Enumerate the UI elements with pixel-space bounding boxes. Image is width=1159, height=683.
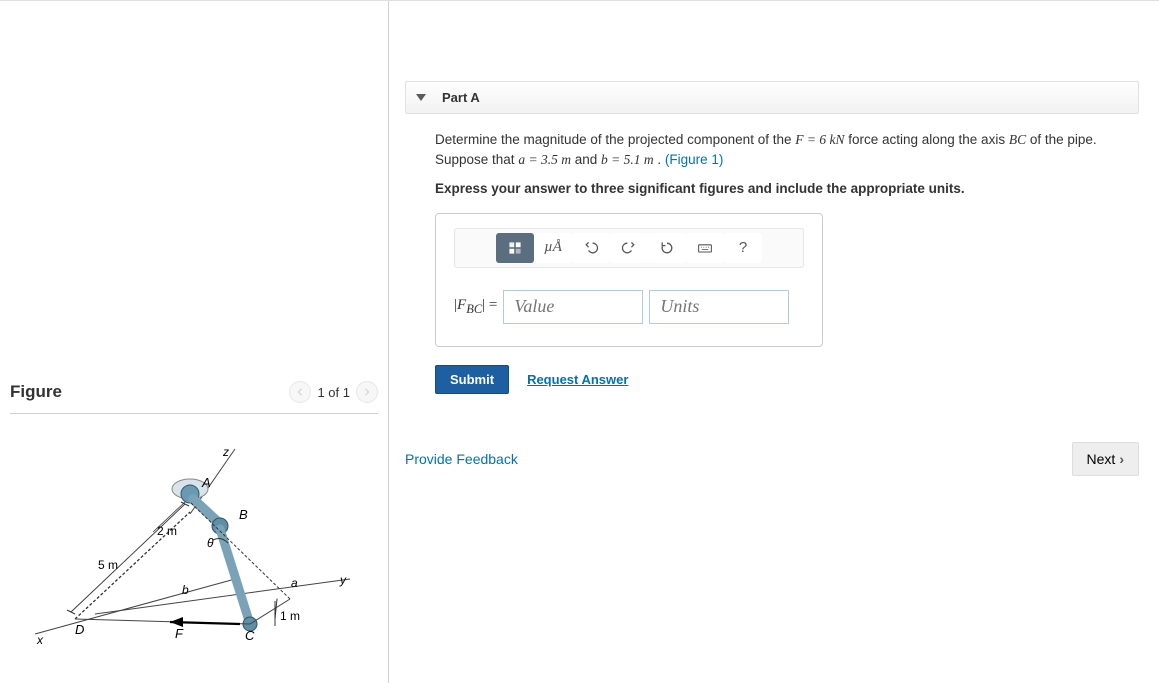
collapse-icon: [416, 94, 426, 101]
label-a: a: [291, 576, 298, 590]
request-answer-link[interactable]: Request Answer: [527, 372, 628, 387]
part-header[interactable]: Part A: [405, 81, 1139, 114]
dim-1m: 1 m: [280, 609, 300, 623]
units-tool[interactable]: µÅ: [534, 233, 572, 263]
label-b: b: [182, 583, 189, 597]
axis-x: x: [36, 633, 44, 647]
label-A: A: [201, 475, 211, 490]
value-input[interactable]: [503, 290, 643, 324]
provide-feedback-link[interactable]: Provide Feedback: [405, 451, 518, 467]
axis-z: z: [222, 445, 229, 459]
submit-button[interactable]: Submit: [435, 365, 509, 394]
label-D: D: [75, 622, 84, 637]
equation-toolbar: µÅ ?: [454, 228, 804, 268]
label-C: C: [245, 628, 255, 643]
keyboard-icon[interactable]: [686, 233, 724, 263]
figure-page-label: 1 of 1: [317, 385, 350, 400]
figure-next-button[interactable]: [356, 381, 378, 403]
undo-icon[interactable]: [572, 233, 610, 263]
label-theta: θ: [207, 536, 214, 550]
dim-5m: 5 m: [98, 558, 118, 572]
template-tool-icon[interactable]: [496, 233, 534, 263]
help-icon[interactable]: ?: [724, 233, 762, 263]
reset-icon[interactable]: [648, 233, 686, 263]
label-F: F: [175, 626, 184, 641]
chevron-right-icon: ›: [1119, 451, 1124, 467]
submit-row: Submit Request Answer: [435, 365, 1139, 394]
label-B: B: [239, 507, 248, 522]
figure-title: Figure: [10, 382, 62, 402]
answer-box: µÅ ? |FBC| =: [435, 213, 823, 347]
redo-icon[interactable]: [610, 233, 648, 263]
part-title: Part A: [442, 90, 480, 105]
dim-2m: 2 m: [157, 524, 177, 538]
figure-link[interactable]: (Figure 1): [665, 152, 724, 167]
figure-canvas: z y x: [10, 414, 378, 683]
problem-prompt: Determine the magnitude of the projected…: [435, 130, 1125, 199]
figure-header: Figure 1 of 1: [10, 381, 378, 414]
answer-instruction: Express your answer to three significant…: [435, 179, 1125, 199]
answer-lhs: |FBC| =: [454, 297, 497, 317]
next-label: Next: [1087, 451, 1116, 467]
figure-diagram: z y x: [15, 444, 355, 674]
axis-y: y: [339, 573, 347, 587]
next-button[interactable]: Next ›: [1072, 442, 1139, 476]
figure-pager: 1 of 1: [289, 381, 378, 403]
footer-row: Provide Feedback Next ›: [405, 442, 1139, 476]
figure-prev-button[interactable]: [289, 381, 311, 403]
units-input[interactable]: [649, 290, 789, 324]
answer-input-row: |FBC| =: [454, 290, 804, 324]
